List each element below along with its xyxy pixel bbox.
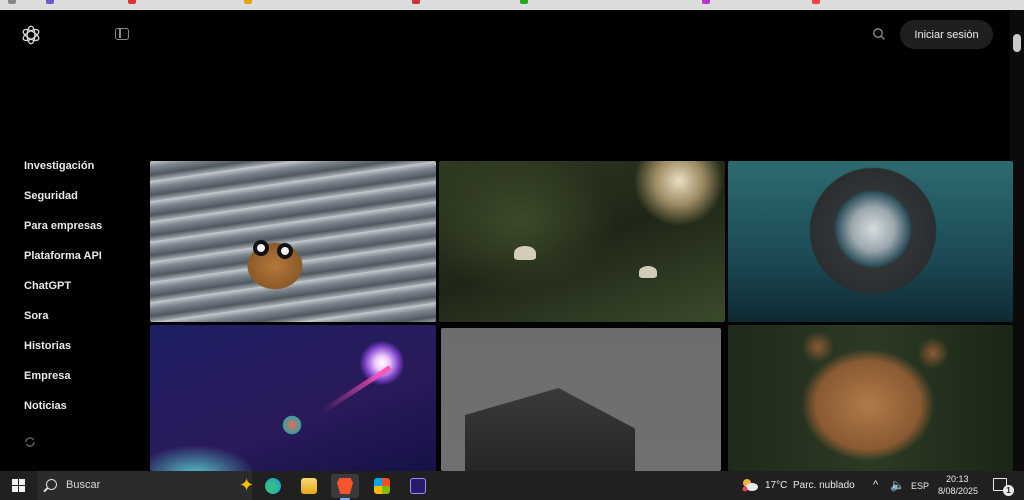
bookmark-icon[interactable] bbox=[128, 0, 136, 4]
volume-icon[interactable]: 🔈 bbox=[890, 478, 905, 492]
jellyfish-shape bbox=[514, 246, 536, 260]
nav-item-para-empresas[interactable]: Para empresas bbox=[24, 218, 102, 248]
brave-icon[interactable] bbox=[331, 474, 359, 500]
nav-item-noticias[interactable]: Noticias bbox=[24, 398, 102, 428]
nav-item-historias[interactable]: Historias bbox=[24, 338, 102, 368]
edge-icon[interactable] bbox=[259, 474, 287, 498]
comet-beam bbox=[321, 365, 392, 414]
login-button[interactable]: Iniciar sesión bbox=[900, 20, 993, 49]
clock-time[interactable]: 20:13 bbox=[946, 474, 969, 484]
taskbar-search-placeholder: Buscar bbox=[66, 479, 101, 491]
gallery-image-creature[interactable] bbox=[150, 161, 436, 322]
bookmark-icon[interactable] bbox=[812, 0, 820, 4]
bookmark-icon[interactable] bbox=[244, 0, 252, 4]
weather-temperature[interactable]: 17°C bbox=[765, 480, 787, 491]
nav-item-plataforma-api[interactable]: Plataforma API bbox=[24, 248, 102, 278]
gallery-image-bear[interactable] bbox=[728, 325, 1013, 471]
bookmark-icon[interactable] bbox=[412, 0, 420, 4]
gallery-image-jellyfish[interactable] bbox=[439, 161, 725, 322]
sparkle-icon[interactable]: ✦ bbox=[239, 476, 254, 494]
nav-item-sora[interactable]: Sora bbox=[24, 308, 102, 338]
premiere-pro-icon[interactable] bbox=[404, 474, 432, 498]
gallery-image-building[interactable] bbox=[441, 328, 721, 471]
building-shape bbox=[465, 388, 635, 471]
chevron-up-icon[interactable]: ^ bbox=[873, 479, 878, 491]
nav-item-chatgpt[interactable]: ChatGPT bbox=[24, 278, 102, 308]
bookmark-icon[interactable] bbox=[702, 0, 710, 4]
jellyfish-shape bbox=[639, 266, 657, 278]
nav-item-investigacion[interactable]: Investigación bbox=[24, 158, 102, 188]
nav-item-empresa[interactable]: Empresa bbox=[24, 368, 102, 398]
bookmark-icon[interactable] bbox=[520, 0, 528, 4]
microsoft-store-icon[interactable] bbox=[368, 474, 396, 498]
refresh-icon[interactable] bbox=[24, 436, 36, 448]
bookmark-icon[interactable] bbox=[8, 0, 16, 4]
gallery-image-comet[interactable] bbox=[150, 325, 436, 471]
taskbar-search[interactable]: Buscar ✦ bbox=[37, 471, 254, 500]
gallery-image-astronaut[interactable] bbox=[728, 161, 1013, 322]
openai-logo-icon[interactable] bbox=[20, 24, 42, 46]
weather-cloud-sun-icon[interactable] bbox=[741, 477, 759, 493]
bookmark-icon[interactable] bbox=[46, 0, 54, 4]
notification-badge: 1 bbox=[1003, 485, 1014, 496]
search-icon[interactable] bbox=[872, 27, 886, 41]
taskbar: Buscar ✦ 17°C Parc. nublado ^ 🔈 ESP 20:1… bbox=[0, 471, 1024, 500]
sidebar-nav: Investigación Seguridad Para empresas Pl… bbox=[24, 158, 102, 428]
creature-eye bbox=[277, 243, 293, 259]
windows-start-icon[interactable] bbox=[12, 479, 25, 492]
scrollbar-thumb[interactable] bbox=[1013, 34, 1021, 52]
bookmarks-bar bbox=[0, 0, 1024, 10]
sidebar-toggle-icon[interactable] bbox=[115, 28, 129, 40]
clock-date[interactable]: 8/08/2025 bbox=[938, 486, 978, 496]
file-explorer-icon[interactable] bbox=[295, 474, 323, 498]
creature-eye bbox=[253, 240, 269, 256]
nav-item-seguridad[interactable]: Seguridad bbox=[24, 188, 102, 218]
search-icon bbox=[46, 479, 57, 490]
language-indicator[interactable]: ESP bbox=[911, 481, 929, 491]
weather-condition[interactable]: Parc. nublado bbox=[793, 480, 855, 491]
